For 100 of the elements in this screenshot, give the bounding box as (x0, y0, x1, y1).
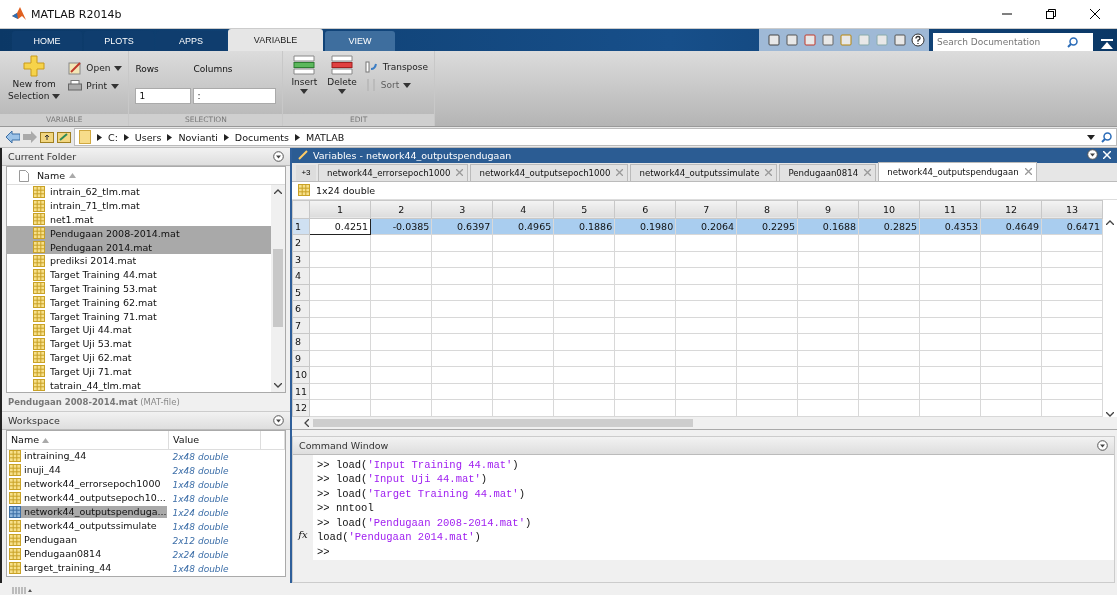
file-item[interactable]: tatrain_44_tlm.mat (7, 378, 271, 392)
search-input[interactable]: Search Documentation (937, 37, 1067, 47)
ribbon-tab[interactable]: HOME (12, 31, 82, 51)
file-item[interactable]: Target Uji 71.mat (7, 364, 271, 379)
file-item[interactable]: net1.mat (7, 212, 271, 227)
collapse-icon[interactable] (1101, 39, 1113, 51)
column-header[interactable]: 7 (675, 200, 737, 218)
browse-folder-icon[interactable] (57, 131, 71, 143)
variable-value: 1x48 double (171, 520, 230, 534)
table-icon (33, 323, 45, 336)
new-from-selection-button[interactable]: New from Selection (6, 55, 63, 114)
column-header[interactable]: Name (37, 170, 77, 181)
variable-item[interactable]: network44_outputssimulate (9, 519, 157, 532)
file-item[interactable]: Target Training 53.mat (7, 281, 271, 296)
column-header[interactable]: 6 (614, 200, 676, 218)
rows-field[interactable]: 1 (135, 88, 192, 104)
search-icon[interactable] (1101, 131, 1112, 143)
command-line: >> load('Target Training 44.mat') (317, 487, 526, 502)
path-segment[interactable]: C: (108, 131, 118, 143)
variable-item[interactable]: network44_errorsepoch1000 (9, 477, 161, 490)
delete-button[interactable]: Delete (325, 55, 359, 114)
columns-field[interactable]: : (193, 88, 277, 104)
scrollbar[interactable] (271, 185, 285, 392)
variable-item[interactable]: target_training_44 (9, 561, 112, 574)
dropdown-icon[interactable] (1087, 134, 1095, 140)
file-item[interactable]: Target Uji 62.mat (7, 350, 271, 365)
document-tab[interactable]: network44_outputspendugaan (878, 161, 1037, 181)
scroll-down-icon[interactable] (1106, 411, 1114, 417)
close-tab-icon[interactable] (456, 169, 464, 177)
folder-up-icon[interactable] (40, 131, 54, 143)
variable-item[interactable]: network44_outputspenduga... (9, 505, 167, 518)
status-bar-icon (12, 586, 32, 595)
column-header[interactable]: 2 (370, 200, 432, 218)
ribbon-tab[interactable]: VARIABLE (228, 29, 323, 51)
function-browser-button[interactable]: fx (298, 529, 308, 541)
scroll-left-icon[interactable] (304, 418, 309, 427)
close-tab-icon[interactable] (864, 169, 872, 177)
path-segment[interactable]: Users (134, 131, 162, 143)
column-header[interactable]: 5 (553, 200, 615, 218)
document-tab[interactable]: Pendugaan0814 (779, 163, 877, 181)
variable-item[interactable]: network44_outputsepoch10... (9, 491, 166, 504)
file-item[interactable]: Target Training 44.mat (7, 267, 271, 282)
file-item[interactable]: prediksi 2014.mat (7, 254, 271, 268)
column-header[interactable]: 4 (492, 200, 554, 218)
panel-menu-icon[interactable] (1097, 439, 1108, 451)
open-button[interactable]: Open (68, 61, 123, 75)
path-segment[interactable]: MATLAB (306, 131, 345, 143)
column-header[interactable]: 9 (797, 200, 859, 218)
scroll-up-icon[interactable] (1106, 219, 1114, 225)
column-header[interactable]: 10 (858, 200, 920, 218)
variable-item[interactable]: Pendugaan0814 (9, 547, 102, 560)
column-header[interactable]: Value (168, 430, 261, 450)
variable-item[interactable]: inuji_44 (9, 463, 61, 476)
path-segment[interactable]: Novianti (178, 131, 218, 143)
column-header[interactable]: 3 (431, 200, 493, 218)
document-tab[interactable]: network44_outputsepoch1000 (470, 163, 629, 181)
file-item[interactable]: Pendugaan 2014.mat (7, 240, 271, 254)
restore-icon[interactable] (1046, 9, 1056, 19)
ribbon-tab[interactable]: VIEW (325, 31, 395, 51)
scroll-up-icon[interactable] (274, 189, 282, 194)
panel-menu-icon[interactable] (1087, 148, 1098, 160)
variable-item[interactable]: Pendugaan (9, 533, 77, 546)
tab-overflow-button[interactable]: +3 (296, 164, 316, 181)
path-segment[interactable]: Documents (234, 131, 289, 143)
help-icon[interactable] (911, 33, 925, 47)
close-icon[interactable] (1090, 9, 1100, 19)
file-item[interactable]: intrain_71_tlm.mat (7, 198, 271, 213)
column-header[interactable]: 8 (736, 200, 798, 218)
column-header[interactable]: 11 (919, 200, 981, 218)
column-header[interactable]: 12 (980, 200, 1042, 218)
transpose-button[interactable]: Transpose (364, 61, 429, 73)
scroll-down-icon[interactable] (274, 382, 282, 388)
close-tab-icon[interactable] (1024, 168, 1032, 176)
back-icon[interactable] (6, 131, 20, 143)
document-tab[interactable]: network44_outputssimulate (630, 163, 778, 181)
panel-menu-icon[interactable] (273, 151, 284, 162)
file-item[interactable]: Pendugaan 2008-2014.mat (7, 226, 271, 241)
pencil-icon (298, 150, 308, 161)
column-header[interactable]: Name (7, 430, 169, 450)
panel-menu-icon[interactable] (273, 414, 284, 426)
column-header[interactable]: 1 (309, 200, 371, 218)
variable-value: 1x48 double (171, 492, 230, 506)
variable-item[interactable]: intraining_44 (9, 449, 87, 462)
file-item[interactable]: Target Uji 44.mat (7, 322, 271, 337)
file-item[interactable]: Target Uji 53.mat (7, 336, 271, 351)
address-field[interactable]: C: Users Novianti Documents MATLAB (74, 128, 1117, 146)
file-item[interactable]: intrain_62_tlm.mat (7, 185, 271, 199)
column-header[interactable]: 13 (1041, 200, 1103, 218)
document-tab[interactable]: network44_errorsepoch1000 (318, 163, 469, 181)
table-icon (33, 241, 45, 254)
file-item[interactable]: Target Training 62.mat (7, 295, 271, 310)
search-icon (1067, 36, 1078, 48)
print-button[interactable]: Print (68, 80, 123, 92)
search-field[interactable]: Search Documentation (933, 33, 1093, 51)
table-icon (33, 337, 45, 350)
file-item[interactable]: Target Training 71.mat (7, 309, 271, 323)
table-icon (33, 351, 45, 364)
close-tab-icon[interactable] (616, 169, 624, 177)
close-tab-icon[interactable] (765, 169, 773, 177)
insert-button[interactable]: Insert (289, 55, 320, 114)
